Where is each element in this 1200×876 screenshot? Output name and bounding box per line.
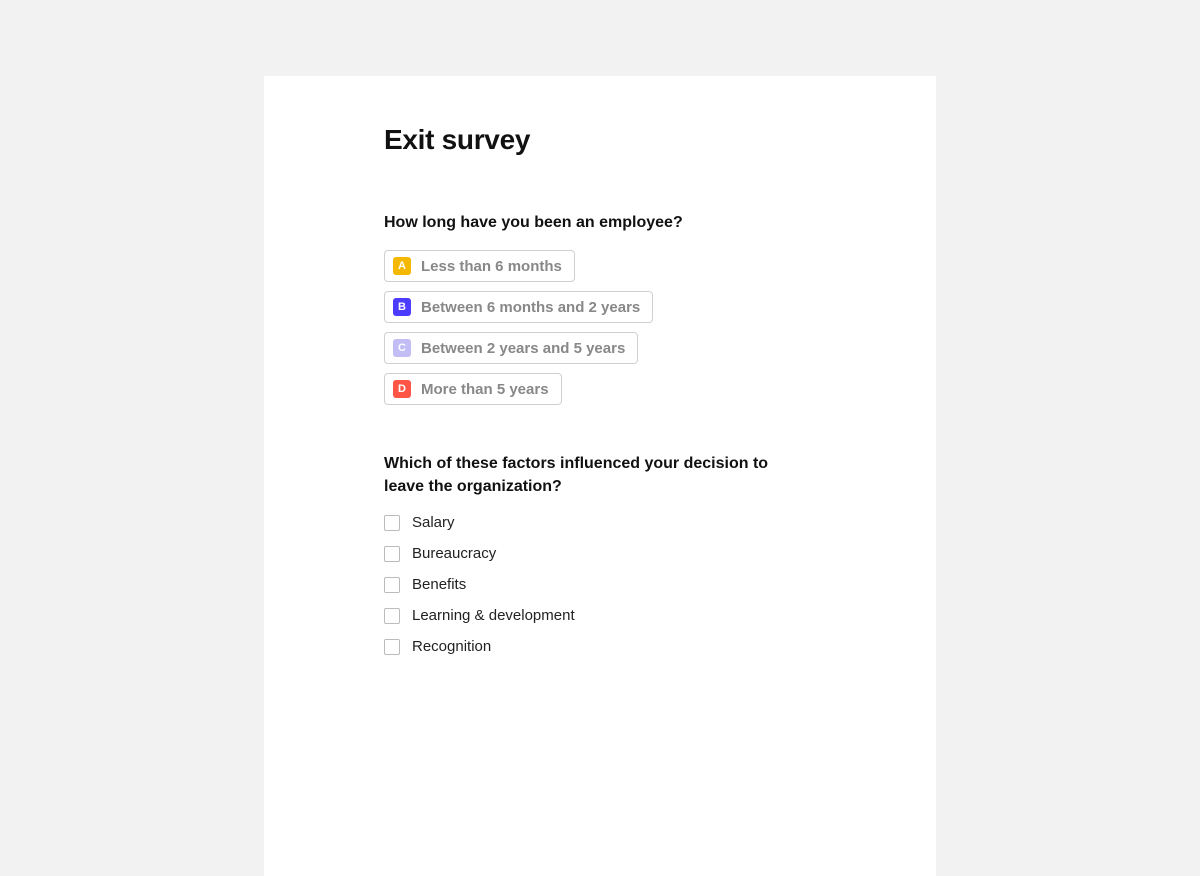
- check-label: Salary: [412, 514, 455, 531]
- check-bureaucracy[interactable]: Bureaucracy: [384, 545, 816, 562]
- question-2-options: Salary Bureaucracy Benefits Learning & d…: [384, 514, 816, 655]
- option-key-b: B: [393, 298, 411, 316]
- option-text-a: Less than 6 months: [421, 258, 562, 275]
- checkbox-icon: [384, 577, 400, 593]
- question-1-options: A Less than 6 months B Between 6 months …: [384, 250, 816, 405]
- question-1-label: How long have you been an employee?: [384, 212, 784, 234]
- checkbox-icon: [384, 639, 400, 655]
- check-benefits[interactable]: Benefits: [384, 576, 816, 593]
- check-label: Learning & development: [412, 607, 575, 624]
- option-c[interactable]: C Between 2 years and 5 years: [384, 332, 638, 364]
- option-key-a: A: [393, 257, 411, 275]
- option-text-b: Between 6 months and 2 years: [421, 299, 640, 316]
- option-key-c: C: [393, 339, 411, 357]
- option-text-c: Between 2 years and 5 years: [421, 340, 625, 357]
- checkbox-icon: [384, 546, 400, 562]
- option-key-d: D: [393, 380, 411, 398]
- option-b[interactable]: B Between 6 months and 2 years: [384, 291, 653, 323]
- checkbox-icon: [384, 515, 400, 531]
- question-2-label: Which of these factors influenced your d…: [384, 453, 784, 498]
- option-a[interactable]: A Less than 6 months: [384, 250, 575, 282]
- check-label: Bureaucracy: [412, 545, 496, 562]
- check-label: Recognition: [412, 638, 491, 655]
- option-d[interactable]: D More than 5 years: [384, 373, 562, 405]
- checkbox-icon: [384, 608, 400, 624]
- check-salary[interactable]: Salary: [384, 514, 816, 531]
- check-label: Benefits: [412, 576, 466, 593]
- page-title: Exit survey: [384, 124, 816, 156]
- survey-card: Exit survey How long have you been an em…: [264, 76, 936, 876]
- check-recognition[interactable]: Recognition: [384, 638, 816, 655]
- option-text-d: More than 5 years: [421, 381, 549, 398]
- check-learning[interactable]: Learning & development: [384, 607, 816, 624]
